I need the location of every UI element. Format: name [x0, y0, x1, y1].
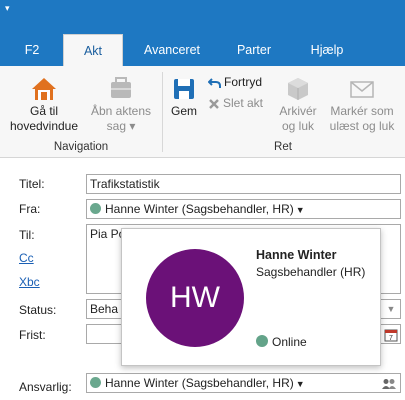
from-label: Fra:: [19, 202, 41, 216]
group-divider: [162, 72, 163, 152]
online-presence-icon: [256, 335, 268, 347]
title-label: Titel:: [19, 177, 45, 191]
bcc-link[interactable]: Xbc: [19, 275, 40, 289]
dropdown-caret-icon[interactable]: ▼: [296, 379, 305, 389]
tab-f2[interactable]: F2: [6, 34, 58, 66]
navigation-group-label: Navigation: [53, 141, 109, 153]
ret-group-label: Ret: [274, 141, 292, 153]
delete-x-icon: [209, 98, 219, 109]
contact-name: Hanne Winter: [256, 248, 337, 262]
ribbon-tabs: F2 Akt Avanceret Parter Hjælp: [0, 34, 405, 66]
undo-arrow-icon: [208, 78, 221, 88]
home-icon: [32, 78, 56, 100]
tab-hjaelp[interactable]: Hjælp: [294, 34, 360, 66]
undo-button[interactable]: Fortryd: [208, 73, 262, 91]
cc-link[interactable]: Cc: [19, 251, 34, 265]
from-field[interactable]: Hanne Winter (Sagsbehandler, HR) ▼: [86, 199, 401, 219]
avatar[interactable]: HW: [146, 249, 244, 347]
title-input[interactable]: Trafikstatistik: [86, 174, 401, 194]
people-picker-icon[interactable]: [378, 374, 400, 392]
svg-text:7: 7: [389, 335, 393, 342]
responsible-label: Ansvarlig:: [19, 380, 72, 394]
mark-unread-and-close-button[interactable]: Markér som ulæst og luk: [324, 76, 400, 134]
to-label: Til:: [19, 228, 35, 242]
tab-akt[interactable]: Akt: [63, 34, 123, 66]
title-bar: ▾: [0, 0, 405, 34]
delete-document-button[interactable]: Slet akt: [208, 94, 263, 112]
open-case-button[interactable]: Åbn aktens sag ▾: [88, 76, 154, 134]
status-label: Status:: [19, 303, 57, 317]
contact-role: Sagsbehandler (HR): [256, 265, 366, 279]
presence-status: Online: [256, 335, 307, 349]
responsible-field[interactable]: Hanne Winter (Sagsbehandler, HR) ▼: [86, 373, 401, 393]
calendar-icon[interactable]: 7: [382, 325, 400, 343]
dropdown-caret-icon[interactable]: ▼: [296, 205, 305, 215]
presence-dot-icon: [90, 203, 101, 214]
save-button[interactable]: Gem: [164, 76, 204, 119]
floppy-disk-icon: [174, 79, 194, 99]
case-folder-icon: [111, 77, 131, 98]
contact-card-popup: HW Hanne Winter Sagsbehandler (HR) Onlin…: [121, 228, 381, 366]
presence-dot-icon: [90, 377, 101, 388]
chevron-down-icon[interactable]: ▼: [382, 300, 400, 318]
tab-parter[interactable]: Parter: [224, 34, 284, 66]
quick-access-caret-icon[interactable]: ▾: [5, 3, 10, 14]
archive-and-close-button[interactable]: Arkivér og luk: [274, 76, 322, 134]
ribbon: Gå til hovedvindue Åbn aktens sag ▾ Navi…: [0, 66, 405, 158]
archive-box-icon: [288, 78, 308, 100]
tab-avanceret[interactable]: Avanceret: [130, 34, 214, 66]
envelope-icon: [350, 81, 374, 98]
deadline-label: Frist:: [19, 328, 46, 342]
go-to-main-window-button[interactable]: Gå til hovedvindue: [2, 76, 86, 134]
